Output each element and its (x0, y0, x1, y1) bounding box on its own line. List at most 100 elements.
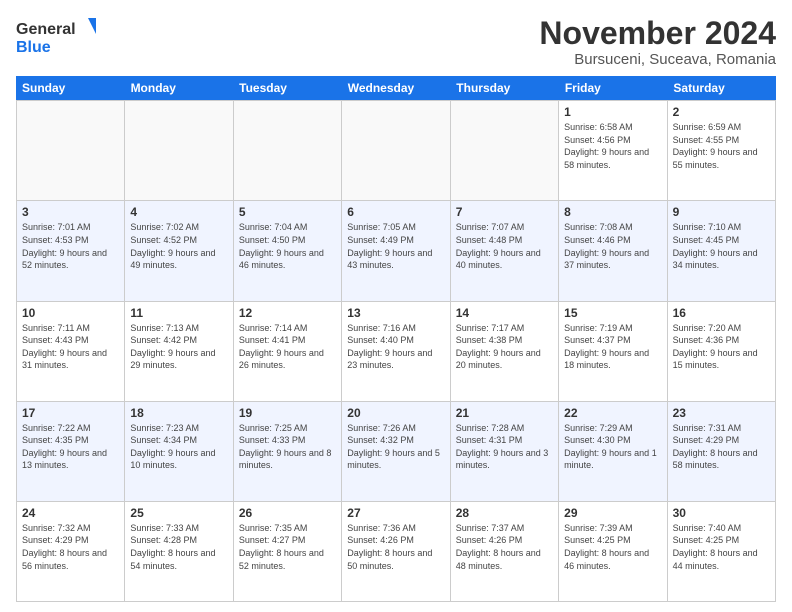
cell-info: Sunrise: 7:10 AM Sunset: 4:45 PM Dayligh… (673, 221, 770, 271)
day-number: 4 (130, 205, 227, 219)
cell-info: Sunrise: 7:40 AM Sunset: 4:25 PM Dayligh… (673, 522, 770, 572)
cell-info: Sunrise: 6:58 AM Sunset: 4:56 PM Dayligh… (564, 121, 661, 171)
cell-info: Sunrise: 7:31 AM Sunset: 4:29 PM Dayligh… (673, 422, 770, 472)
day-number: 25 (130, 506, 227, 520)
calendar-cell: 26Sunrise: 7:35 AM Sunset: 4:27 PM Dayli… (234, 502, 342, 601)
svg-text:Blue: Blue (16, 39, 51, 56)
day-number: 29 (564, 506, 661, 520)
cell-info: Sunrise: 7:04 AM Sunset: 4:50 PM Dayligh… (239, 221, 336, 271)
calendar-week-3: 10 Sunrise: 7:11 AM Sunset: 4:43 PM Dayli… (16, 301, 776, 401)
logo-svg: General Blue (16, 16, 96, 56)
calendar-cell: 21 Sunrise: 7:28 AM Sunset: 4:31 PM Dayli… (451, 402, 559, 501)
day-header-wednesday: Wednesday (342, 76, 451, 100)
svg-text:General: General (16, 21, 76, 38)
calendar-cell: 23 Sunrise: 7:31 AM Sunset: 4:29 PM Dayli… (668, 402, 776, 501)
calendar: SundayMondayTuesdayWednesdayThursdayFrid… (16, 76, 776, 602)
day-number: 18 (130, 406, 227, 420)
calendar-cell: 6Sunrise: 7:05 AM Sunset: 4:49 PM Daylig… (342, 201, 450, 300)
day-number: 22 (564, 406, 661, 420)
day-header-friday: Friday (559, 76, 668, 100)
day-header-thursday: Thursday (450, 76, 559, 100)
calendar-cell: 8 Sunrise: 7:08 AM Sunset: 4:46 PM Daylig… (559, 201, 667, 300)
calendar-week-1: 1Sunrise: 6:58 AM Sunset: 4:56 PM Daylig… (16, 100, 776, 200)
header: General Blue November 2024 Bursuceni, Su… (16, 16, 776, 68)
cell-info: Sunrise: 7:28 AM Sunset: 4:31 PM Dayligh… (456, 422, 553, 472)
calendar-cell: 24 Sunrise: 7:32 AM Sunset: 4:29 PM Dayli… (17, 502, 125, 601)
cell-info: Sunrise: 7:01 AM Sunset: 4:53 PM Dayligh… (22, 221, 119, 271)
calendar-cell: 14 Sunrise: 7:17 AM Sunset: 4:38 PM Dayli… (451, 302, 559, 401)
day-number: 19 (239, 406, 336, 420)
day-number: 3 (22, 205, 119, 219)
cell-info: Sunrise: 7:08 AM Sunset: 4:46 PM Dayligh… (564, 221, 661, 271)
day-number: 9 (673, 205, 770, 219)
calendar-cell: 22 Sunrise: 7:29 AM Sunset: 4:30 PM Dayli… (559, 402, 667, 501)
calendar-cell: 20Sunrise: 7:26 AM Sunset: 4:32 PM Dayli… (342, 402, 450, 501)
calendar-week-4: 17 Sunrise: 7:22 AM Sunset: 4:35 PM Dayli… (16, 401, 776, 501)
cell-info: Sunrise: 7:33 AM Sunset: 4:28 PM Dayligh… (130, 522, 227, 572)
calendar-header: SundayMondayTuesdayWednesdayThursdayFrid… (16, 76, 776, 100)
cell-info: Sunrise: 7:36 AM Sunset: 4:26 PM Dayligh… (347, 522, 444, 572)
cell-info: Sunrise: 7:32 AM Sunset: 4:29 PM Dayligh… (22, 522, 119, 572)
calendar-cell (125, 101, 233, 200)
cell-info: Sunrise: 6:59 AM Sunset: 4:55 PM Dayligh… (673, 121, 770, 171)
calendar-cell: 25 Sunrise: 7:33 AM Sunset: 4:28 PM Dayli… (125, 502, 233, 601)
cell-info: Sunrise: 7:37 AM Sunset: 4:26 PM Dayligh… (456, 522, 553, 572)
calendar-cell: 9 Sunrise: 7:10 AM Sunset: 4:45 PM Daylig… (668, 201, 776, 300)
day-number: 5 (239, 205, 336, 219)
calendar-cell: 12 Sunrise: 7:14 AM Sunset: 4:41 PM Dayli… (234, 302, 342, 401)
month-title: November 2024 (539, 16, 776, 51)
calendar-cell: 15 Sunrise: 7:19 AM Sunset: 4:37 PM Dayli… (559, 302, 667, 401)
day-number: 20 (347, 406, 444, 420)
calendar-cell (17, 101, 125, 200)
day-number: 10 (22, 306, 119, 320)
day-number: 30 (673, 506, 770, 520)
cell-info: Sunrise: 7:02 AM Sunset: 4:52 PM Dayligh… (130, 221, 227, 271)
calendar-cell: 10 Sunrise: 7:11 AM Sunset: 4:43 PM Dayli… (17, 302, 125, 401)
cell-info: Sunrise: 7:07 AM Sunset: 4:48 PM Dayligh… (456, 221, 553, 271)
cell-info: Sunrise: 7:05 AM Sunset: 4:49 PM Dayligh… (347, 221, 444, 271)
day-number: 8 (564, 205, 661, 219)
cell-info: Sunrise: 7:25 AM Sunset: 4:33 PM Dayligh… (239, 422, 336, 472)
day-number: 27 (347, 506, 444, 520)
calendar-body: 1Sunrise: 6:58 AM Sunset: 4:56 PM Daylig… (16, 100, 776, 602)
day-number: 12 (239, 306, 336, 320)
day-number: 13 (347, 306, 444, 320)
day-number: 16 (673, 306, 770, 320)
day-header-sunday: Sunday (16, 76, 125, 100)
day-number: 21 (456, 406, 553, 420)
calendar-cell: 4 Sunrise: 7:02 AM Sunset: 4:52 PM Daylig… (125, 201, 233, 300)
calendar-cell: 18 Sunrise: 7:23 AM Sunset: 4:34 PM Dayli… (125, 402, 233, 501)
cell-info: Sunrise: 7:23 AM Sunset: 4:34 PM Dayligh… (130, 422, 227, 472)
cell-info: Sunrise: 7:39 AM Sunset: 4:25 PM Dayligh… (564, 522, 661, 572)
day-header-monday: Monday (125, 76, 234, 100)
cell-info: Sunrise: 7:19 AM Sunset: 4:37 PM Dayligh… (564, 322, 661, 372)
calendar-week-5: 24 Sunrise: 7:32 AM Sunset: 4:29 PM Dayli… (16, 501, 776, 602)
calendar-cell: 28Sunrise: 7:37 AM Sunset: 4:26 PM Dayli… (451, 502, 559, 601)
cell-info: Sunrise: 7:20 AM Sunset: 4:36 PM Dayligh… (673, 322, 770, 372)
page: General Blue November 2024 Bursuceni, Su… (0, 0, 792, 612)
calendar-cell (451, 101, 559, 200)
cell-info: Sunrise: 7:16 AM Sunset: 4:40 PM Dayligh… (347, 322, 444, 372)
calendar-cell: 30 Sunrise: 7:40 AM Sunset: 4:25 PM Dayli… (668, 502, 776, 601)
cell-info: Sunrise: 7:14 AM Sunset: 4:41 PM Dayligh… (239, 322, 336, 372)
cell-info: Sunrise: 7:35 AM Sunset: 4:27 PM Dayligh… (239, 522, 336, 572)
calendar-cell: 27 Sunrise: 7:36 AM Sunset: 4:26 PM Dayli… (342, 502, 450, 601)
cell-info: Sunrise: 7:29 AM Sunset: 4:30 PM Dayligh… (564, 422, 661, 472)
calendar-cell: 3 Sunrise: 7:01 AM Sunset: 4:53 PM Daylig… (17, 201, 125, 300)
cell-info: Sunrise: 7:22 AM Sunset: 4:35 PM Dayligh… (22, 422, 119, 472)
day-header-saturday: Saturday (667, 76, 776, 100)
location: Bursuceni, Suceava, Romania (539, 51, 776, 68)
day-number: 24 (22, 506, 119, 520)
day-number: 23 (673, 406, 770, 420)
day-number: 14 (456, 306, 553, 320)
day-number: 2 (673, 105, 770, 119)
day-number: 11 (130, 306, 227, 320)
calendar-cell: 1Sunrise: 6:58 AM Sunset: 4:56 PM Daylig… (559, 101, 667, 200)
day-number: 15 (564, 306, 661, 320)
calendar-cell: 11Sunrise: 7:13 AM Sunset: 4:42 PM Dayli… (125, 302, 233, 401)
calendar-cell (234, 101, 342, 200)
day-number: 17 (22, 406, 119, 420)
calendar-cell (342, 101, 450, 200)
cell-info: Sunrise: 7:11 AM Sunset: 4:43 PM Dayligh… (22, 322, 119, 372)
cell-info: Sunrise: 7:17 AM Sunset: 4:38 PM Dayligh… (456, 322, 553, 372)
